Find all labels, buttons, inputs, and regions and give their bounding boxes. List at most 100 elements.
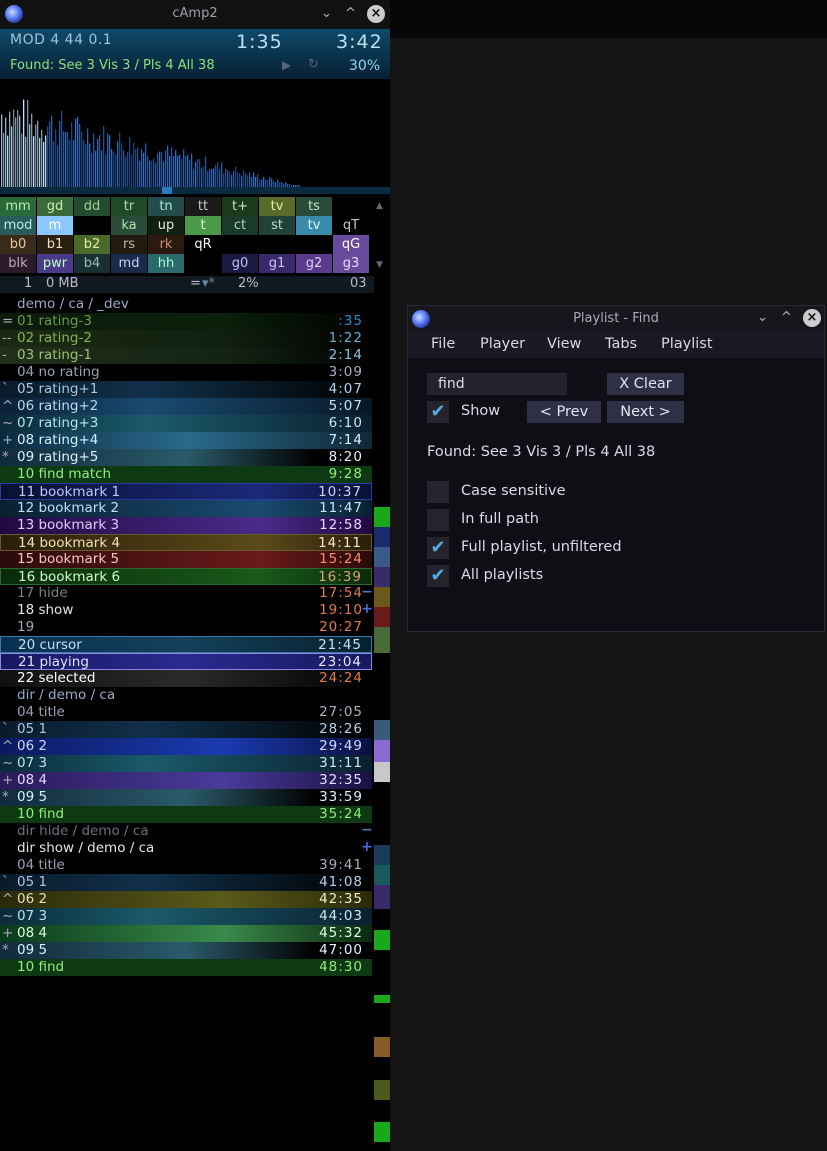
grid-button-st[interactable]: st [259, 216, 295, 235]
playlist-dir-row[interactable]: dir / demo / ca [0, 687, 372, 704]
grid-button-qG[interactable]: qG [333, 235, 369, 254]
playlist-track-row[interactable]: 14 bookmark 4 14:11 [0, 534, 372, 551]
playlist-track-row[interactable]: ~07 rating+3 6:10 [0, 415, 372, 432]
playlist-track-row[interactable]: 10 find match 9:28 [0, 466, 372, 483]
close-icon[interactable]: × [367, 5, 385, 23]
option-checkbox[interactable] [427, 509, 449, 531]
playlist-track-row[interactable]: 10 find 48:30 [0, 959, 372, 976]
grid-button-m[interactable]: m [37, 216, 73, 235]
playlist-track-row[interactable]: 17 hide 17:54 [0, 585, 372, 602]
grid-button-tt[interactable]: tt [185, 197, 221, 216]
grid-button-t+[interactable]: t+ [222, 197, 258, 216]
show-marker[interactable]: + [361, 601, 373, 617]
clear-button[interactable]: X Clear [607, 373, 684, 395]
option-checkbox[interactable]: ✔ [427, 565, 449, 587]
grid-button-hh[interactable]: hh [148, 254, 184, 273]
find-minimize-icon[interactable]: ⌄ [757, 310, 768, 325]
grid-button-blank[interactable] [74, 216, 110, 235]
option-checkbox[interactable]: ✔ [427, 537, 449, 559]
grid-button-qR[interactable]: qR [185, 235, 221, 254]
playlist-track-row[interactable]: * 09 5 47:00 [0, 942, 372, 959]
grid-button-dd[interactable]: dd [74, 197, 110, 216]
playlist-track-row[interactable]: 18 show 19:10 [0, 602, 372, 619]
playlist-track-row[interactable]: 10 find 35:24 [0, 806, 372, 823]
playlist-dir-row[interactable]: dir hide / demo / ca [0, 823, 372, 840]
grid-button-g2[interactable]: g2 [296, 254, 332, 273]
menu-view[interactable]: View [547, 336, 581, 352]
grid-button-b1[interactable]: b1 [37, 235, 73, 254]
hide-marker[interactable]: − [361, 822, 373, 838]
playlist-track-row[interactable]: 04 title 27:05 [0, 704, 372, 721]
playlist-track-row[interactable]: +08 rating+4 7:14 [0, 432, 372, 449]
grid-button-tv[interactable]: tv [259, 197, 295, 216]
grid-scroll-up-icon[interactable]: ▲ [376, 201, 383, 211]
grid-button-md[interactable]: md [111, 254, 147, 273]
playlist-dir-row[interactable]: demo / ca / _dev [0, 296, 372, 313]
grid-button-rk[interactable]: rk [148, 235, 184, 254]
playlist-track-row[interactable]: +08 4 32:35 [0, 772, 372, 789]
grid-button-tn[interactable]: tn [148, 197, 184, 216]
playlist-track-row[interactable]: 13 bookmark 3 12:58 [0, 517, 372, 534]
playlist-track-row[interactable]: 15 bookmark 5 15:24 [0, 551, 372, 568]
playlist-track-row[interactable]: = 01 rating-3:35 [0, 313, 372, 330]
grid-button-rs[interactable]: rs [111, 235, 147, 254]
playlist-track-row[interactable]: -03 rating-1 2:14 [0, 347, 372, 364]
play-icon[interactable]: ▶ [282, 58, 291, 72]
show-marker[interactable]: + [361, 839, 373, 855]
playlist-track-row[interactable]: 12 bookmark 2 11:47 [0, 500, 372, 517]
grid-button-g0[interactable]: g0 [222, 254, 258, 273]
playlist-track-row[interactable]: ~07 3 31:11 [0, 755, 372, 772]
show-checkbox[interactable]: ✔ [427, 401, 449, 423]
playlist-track-row[interactable]: ` 05 rating+1 4:07 [0, 381, 372, 398]
playlist-track-row[interactable]: 19 20:27 [0, 619, 372, 636]
minimize-icon[interactable]: ⌄ [321, 6, 332, 21]
grid-button-ct[interactable]: ct [222, 216, 258, 235]
playlist-track-row[interactable]: ^ 06 2 42:35 [0, 891, 372, 908]
find-close-icon[interactable]: × [803, 309, 821, 327]
grid-button-pwr[interactable]: pwr [37, 254, 73, 273]
seek-knob[interactable] [162, 187, 172, 194]
playlist-track-row[interactable]: ^ 06 2 29:49 [0, 738, 372, 755]
playlist-track-row[interactable]: 16 bookmark 6 16:39 [0, 568, 372, 585]
grid-button-g3[interactable]: g3 [333, 254, 369, 273]
grid-button-t[interactable]: t [185, 216, 221, 235]
playlist-track-row[interactable]: 11 bookmark 1 10:37 [0, 483, 372, 500]
next-button[interactable]: Next > [607, 401, 684, 423]
maximize-icon[interactable]: ^ [345, 6, 356, 21]
prev-button[interactable]: < Prev [527, 401, 601, 423]
menu-file[interactable]: File [431, 336, 455, 352]
grid-button-ts[interactable]: ts [296, 197, 332, 216]
repeat-icon[interactable]: ↻ [308, 57, 319, 72]
menu-tabs[interactable]: Tabs [605, 336, 637, 352]
playlist-track-row[interactable]: * 09 5 33:59 [0, 789, 372, 806]
hide-marker[interactable]: − [361, 584, 373, 600]
playlist-track-row[interactable]: ` 05 1 41:08 [0, 874, 372, 891]
playlist-track-row[interactable]: * 09 rating+5 8:20 [0, 449, 372, 466]
find-maximize-icon[interactable]: ^ [781, 310, 792, 325]
menu-player[interactable]: Player [480, 336, 525, 352]
grid-button-b4[interactable]: b4 [74, 254, 110, 273]
grid-button-g1[interactable]: g1 [259, 254, 295, 273]
grid-button-mm[interactable]: mm [0, 197, 36, 216]
grid-button-tv[interactable]: tv [296, 216, 332, 235]
grid-button-b0[interactable]: b0 [0, 235, 36, 254]
option-checkbox[interactable] [427, 481, 449, 503]
playlist-track-row[interactable]: 04 title 39:41 [0, 857, 372, 874]
playlist-track-row[interactable]: 04 no rating 3:09 [0, 364, 372, 381]
playlist-track-row[interactable]: ~07 3 44:03 [0, 908, 372, 925]
grid-button-blk[interactable]: blk [0, 254, 36, 273]
grid-button-gd[interactable]: gd [37, 197, 73, 216]
grid-scroll-down-icon[interactable]: ▼ [376, 260, 383, 270]
grid-button-qT[interactable]: qT [333, 216, 369, 235]
seek-bar[interactable] [0, 187, 390, 194]
playlist-track-row[interactable]: ` 05 1 28:26 [0, 721, 372, 738]
grid-button-mod[interactable]: mod [0, 216, 36, 235]
playlist-track-row[interactable]: 22 selected 24:24 [0, 670, 372, 687]
search-input[interactable]: find [427, 373, 567, 395]
playlist-track-row[interactable]: ^ 06 rating+2 5:07 [0, 398, 372, 415]
grid-button-ka[interactable]: ka [111, 216, 147, 235]
playlist-track-row[interactable]: +08 4 45:32 [0, 925, 372, 942]
grid-button-up[interactable]: up [148, 216, 184, 235]
grid-button-b2[interactable]: b2 [74, 235, 110, 254]
playlist-dir-row[interactable]: dir show / demo / ca [0, 840, 372, 857]
